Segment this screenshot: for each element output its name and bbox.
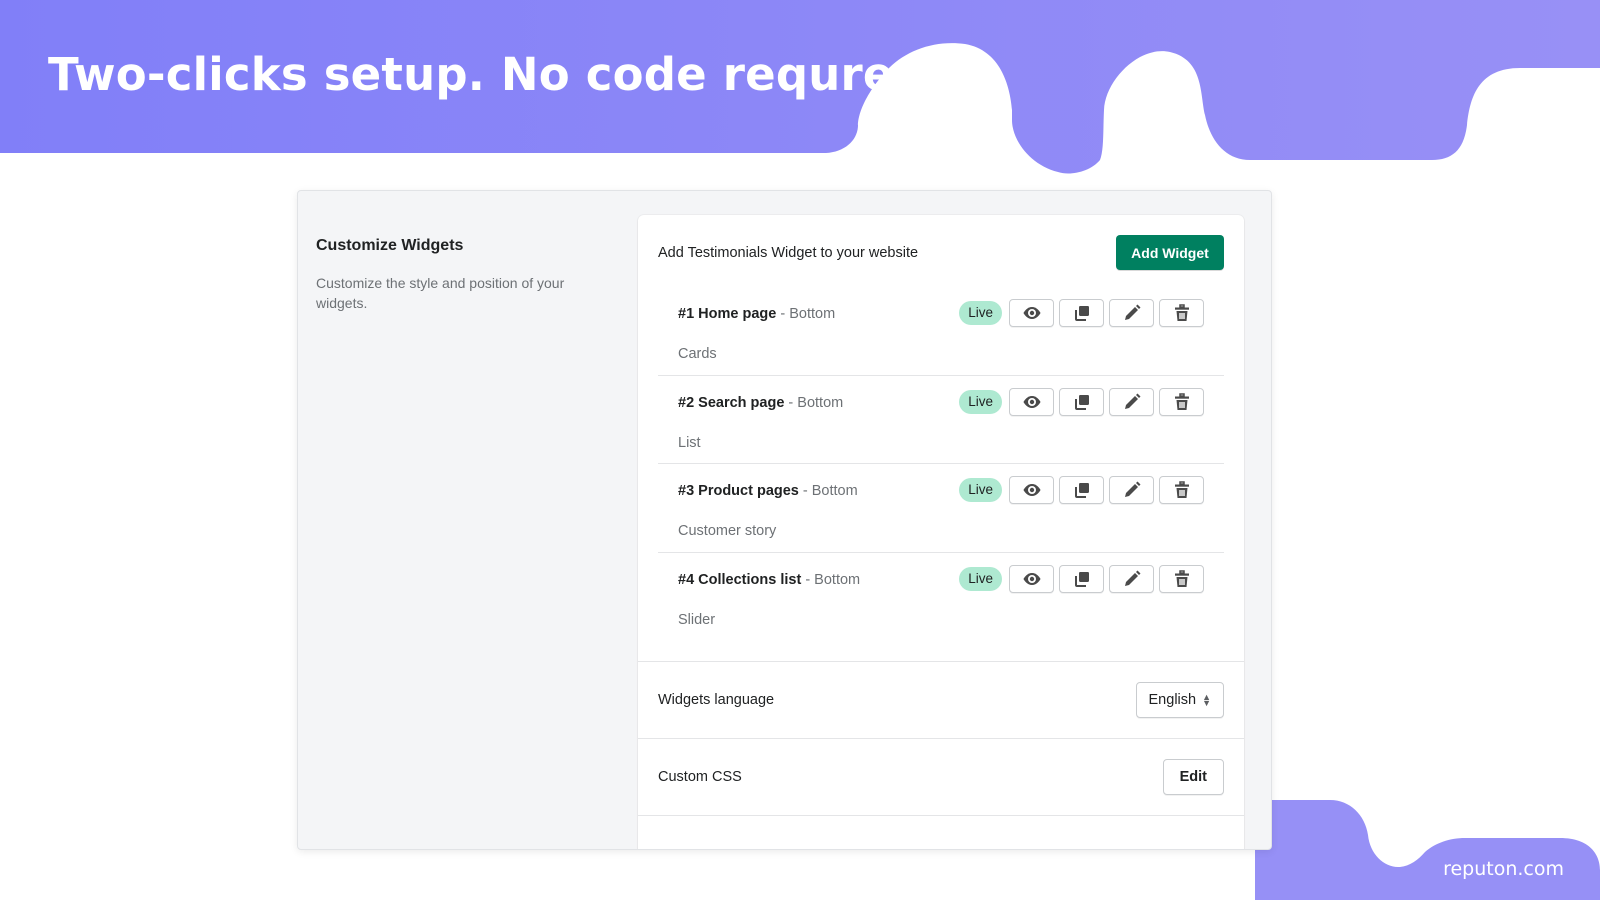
widget-actions: Live	[959, 387, 1204, 416]
status-badge: Live	[959, 566, 1002, 591]
widget-row: #3 Product pages - Bottom Customer story…	[658, 464, 1224, 553]
widget-row: #4 Collections list - Bottom Slider Live	[658, 553, 1224, 642]
eye-icon	[1023, 395, 1040, 408]
select-arrows-icon: ▲ ▼	[1202, 692, 1211, 708]
card-intro-text: Add Testimonials Widget to your website	[658, 245, 919, 261]
widget-actions: Live	[959, 564, 1204, 593]
widget-name: #4 Collections list	[678, 571, 802, 588]
language-select[interactable]: English ▲ ▼	[1135, 682, 1224, 718]
duplicate-button[interactable]	[1059, 387, 1104, 416]
duplicate-button[interactable]	[1059, 299, 1104, 327]
bottom-corner-shape	[1255, 800, 1600, 900]
widget-actions: Live	[959, 476, 1204, 504]
page-headline: Two-clicks setup. No code requred	[48, 48, 927, 101]
status-badge: Live	[959, 301, 1002, 325]
delete-button[interactable]	[1159, 387, 1204, 416]
duplicate-icon	[1074, 483, 1089, 498]
sidebar-section: Customize Widgets Customize the style an…	[316, 237, 586, 313]
widget-position: - Bottom	[798, 483, 858, 499]
duplicate-icon	[1074, 394, 1089, 410]
widget-name: #3 Product pages	[678, 483, 799, 499]
widget-title: #2 Search page - Bottom	[678, 395, 843, 411]
card-bottom-divider	[638, 815, 1244, 835]
section-description: Customize the style and position of your…	[316, 275, 565, 311]
edit-css-button[interactable]: Edit	[1162, 759, 1224, 795]
widget-list: #1 Home page - Bottom Cards Live #2 Sear…	[658, 287, 1224, 641]
widget-position: - Bottom	[801, 571, 861, 588]
eye-icon	[1023, 572, 1040, 585]
widget-position: - Bottom	[776, 306, 836, 322]
add-widget-button[interactable]: Add Widget	[1116, 235, 1224, 270]
pencil-icon	[1124, 570, 1140, 586]
trash-icon	[1174, 304, 1189, 321]
eye-icon	[1023, 484, 1040, 496]
preview-button[interactable]	[1009, 476, 1054, 504]
language-select-value: English	[1148, 692, 1197, 708]
widget-type: Customer story	[678, 523, 777, 539]
pencil-icon	[1124, 481, 1140, 497]
trash-icon	[1174, 481, 1189, 498]
status-badge: Live	[959, 478, 1002, 502]
widget-row: #1 Home page - Bottom Cards Live	[658, 287, 1224, 376]
delete-button[interactable]	[1159, 299, 1204, 327]
eye-icon	[1023, 307, 1040, 319]
custom-css-row: Custom CSS Edit	[638, 738, 1244, 815]
widget-title: #4 Collections list - Bottom	[678, 572, 860, 588]
delete-button[interactable]	[1159, 564, 1204, 593]
preview-button[interactable]	[1009, 299, 1054, 327]
brand-domain: reputon.com	[1443, 858, 1564, 880]
widgets-language-row: Widgets language English ▲ ▼	[638, 661, 1244, 738]
edit-button[interactable]	[1109, 476, 1154, 504]
duplicate-icon	[1074, 571, 1089, 587]
pencil-icon	[1124, 393, 1140, 409]
widget-type: List	[678, 434, 701, 451]
widget-title: #3 Product pages - Bottom	[678, 483, 858, 499]
edit-button[interactable]	[1109, 387, 1154, 416]
widget-row: #2 Search page - Bottom List Live	[658, 376, 1224, 464]
widgets-language-label: Widgets language	[658, 692, 775, 708]
edit-button[interactable]	[1109, 564, 1154, 593]
trash-icon	[1174, 392, 1189, 410]
preview-button[interactable]	[1009, 564, 1054, 593]
widgets-card: Add Testimonials Widget to your website …	[638, 215, 1244, 849]
widget-position: - Bottom	[784, 394, 844, 411]
edit-button[interactable]	[1109, 299, 1154, 327]
widget-actions: Live	[959, 299, 1204, 327]
section-title: Customize Widgets	[316, 237, 464, 254]
widget-name: #2 Search page	[678, 394, 785, 411]
preview-button[interactable]	[1009, 387, 1054, 416]
pencil-icon	[1124, 304, 1140, 320]
delete-button[interactable]	[1159, 476, 1204, 504]
duplicate-button[interactable]	[1059, 564, 1104, 593]
customize-widgets-panel: Customize Widgets Customize the style an…	[297, 190, 1272, 850]
status-badge: Live	[959, 389, 1002, 414]
duplicate-icon	[1074, 306, 1089, 321]
widgets-card-top: Add Testimonials Widget to your website …	[638, 215, 1244, 661]
widget-name: #1 Home page	[678, 306, 777, 322]
custom-css-label: Custom CSS	[658, 769, 742, 785]
trash-icon	[1174, 569, 1189, 587]
widget-type: Cards	[678, 346, 717, 362]
widget-title: #1 Home page - Bottom	[678, 306, 835, 322]
widget-type: Slider	[678, 611, 716, 628]
duplicate-button[interactable]	[1059, 476, 1104, 504]
